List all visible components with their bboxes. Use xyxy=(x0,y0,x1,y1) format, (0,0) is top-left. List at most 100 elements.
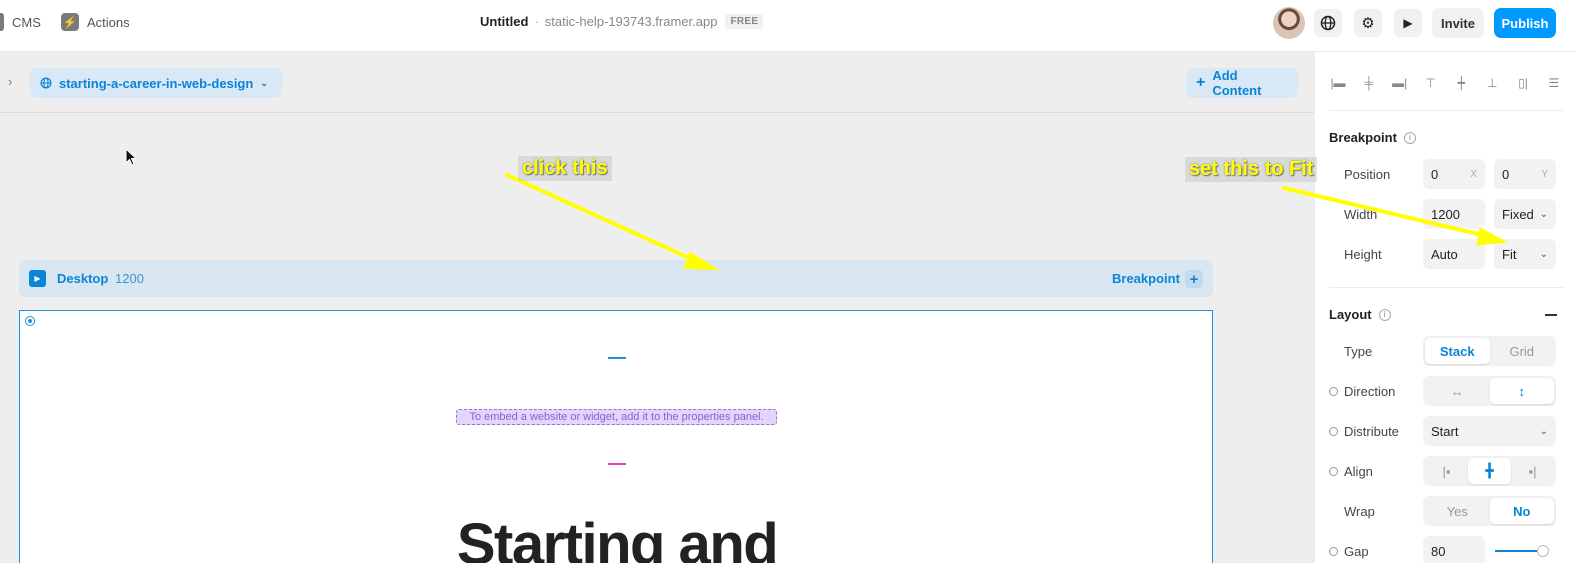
position-x-value: 0 xyxy=(1431,166,1439,182)
divider xyxy=(1329,287,1563,288)
alignment-toolbar: |▬ ╪ ▬| ⊤ ┿ ⊥ ▯| ☰ xyxy=(1329,74,1563,92)
direction-horizontal-icon[interactable]: ↔ xyxy=(1425,378,1490,404)
collapse-layout-button[interactable] xyxy=(1545,314,1557,316)
cms-button[interactable]: CMS xyxy=(0,12,41,32)
mouse-cursor-icon xyxy=(125,148,137,166)
width-value: 1200 xyxy=(1431,206,1460,222)
top-bar: CMS ⚡ Actions Untitled · static-help-193… xyxy=(0,0,1576,52)
breakpoint-name[interactable]: Desktop xyxy=(57,271,108,286)
layout-section-title: Layout i xyxy=(1329,307,1391,322)
page-headline[interactable]: Starting and xyxy=(20,511,1214,563)
align-right-icon[interactable]: ▬| xyxy=(1391,74,1409,92)
plus-icon: + xyxy=(1196,74,1206,91)
plan-badge: FREE xyxy=(725,14,764,29)
width-input[interactable]: 1200 xyxy=(1423,199,1485,229)
breakpoint-bar[interactable]: ▶ Desktop 1200 Breakpoint + xyxy=(19,260,1213,297)
type-option-stack[interactable]: Stack xyxy=(1425,338,1490,364)
embed-placeholder[interactable]: To embed a website or widget, add it to … xyxy=(456,409,777,425)
globe-button[interactable] xyxy=(1314,9,1342,37)
wrap-toggle[interactable]: Yes No xyxy=(1423,496,1556,526)
frame-origin-handle[interactable] xyxy=(25,316,35,326)
direction-label: Direction xyxy=(1344,384,1396,399)
play-icon[interactable]: ▶ xyxy=(29,270,46,287)
type-label: Type xyxy=(1344,344,1373,359)
align-center-icon[interactable]: ╋ xyxy=(1468,458,1511,484)
breakpoint-title: Breakpoint xyxy=(1329,130,1397,145)
spacer-indicator xyxy=(608,463,626,465)
height-mode-value: Fit xyxy=(1502,246,1517,262)
canvas[interactable]: › starting-a-career-in-web-design ⌄ + Ad… xyxy=(0,52,1314,563)
position-x-input[interactable]: 0 X xyxy=(1423,159,1485,189)
gap-slider-thumb[interactable] xyxy=(1537,545,1549,557)
wrap-option-yes[interactable]: Yes xyxy=(1425,498,1490,524)
align-start-icon[interactable]: |▪ xyxy=(1425,458,1468,484)
lightning-icon: ⚡ xyxy=(61,13,79,31)
align-top-icon[interactable]: ⊤ xyxy=(1422,74,1440,92)
position-y-value: 0 xyxy=(1502,166,1510,182)
height-mode-select[interactable]: Fit ⌄ xyxy=(1494,239,1556,269)
play-icon: ▶ xyxy=(1403,16,1413,30)
align-left-icon[interactable]: |▬ xyxy=(1329,74,1347,92)
globe-icon xyxy=(40,77,52,89)
info-icon[interactable]: i xyxy=(1403,131,1416,144)
chevron-right-icon[interactable]: › xyxy=(8,74,12,89)
document-title[interactable]: Untitled · static-help-193743.framer.app… xyxy=(480,14,764,29)
layout-type-toggle[interactable]: Stack Grid xyxy=(1423,336,1556,366)
align-center-h-icon[interactable]: ╪ xyxy=(1360,74,1378,92)
direction-dot-icon[interactable] xyxy=(1329,387,1338,396)
canvas-toolbar: › starting-a-career-in-web-design ⌄ + Ad… xyxy=(0,52,1314,113)
gap-value: 80 xyxy=(1431,543,1446,559)
settings-button[interactable]: ⚙ xyxy=(1354,9,1382,37)
invite-button[interactable]: Invite xyxy=(1432,8,1484,38)
preview-button[interactable]: ▶ xyxy=(1394,9,1422,37)
breakpoint-section-title: Breakpoint i xyxy=(1329,130,1416,145)
distribute-h-icon[interactable]: ▯| xyxy=(1514,74,1532,92)
align-end-icon[interactable]: ▪| xyxy=(1511,458,1554,484)
publish-button[interactable]: Publish xyxy=(1494,8,1556,38)
avatar[interactable] xyxy=(1273,7,1305,39)
distribute-dot-icon[interactable] xyxy=(1329,427,1338,436)
align-label: Align xyxy=(1344,464,1373,479)
cms-label: CMS xyxy=(12,14,41,30)
direction-toggle[interactable]: ↔ ↕ xyxy=(1423,376,1556,406)
actions-label: Actions xyxy=(87,14,130,30)
gap-input[interactable]: 80 xyxy=(1423,536,1485,563)
distribute-v-icon[interactable]: ☰ xyxy=(1545,74,1563,92)
doc-host: static-help-193743.framer.app xyxy=(544,14,718,29)
height-input[interactable]: Auto xyxy=(1423,239,1485,269)
position-y-input[interactable]: 0 Y xyxy=(1494,159,1556,189)
gap-dot-icon[interactable] xyxy=(1329,547,1338,556)
actions-button[interactable]: ⚡ Actions xyxy=(61,12,130,32)
title-separator: · xyxy=(534,14,539,29)
width-mode-select[interactable]: Fixed ⌄ xyxy=(1494,199,1556,229)
position-label: Position xyxy=(1344,167,1391,182)
gap-label: Gap xyxy=(1344,544,1369,559)
align-center-v-icon[interactable]: ┿ xyxy=(1452,74,1470,92)
distribute-select[interactable]: Start ⌄ xyxy=(1423,416,1556,446)
height-value: Auto xyxy=(1431,246,1458,262)
gear-icon: ⚙ xyxy=(1361,15,1375,32)
align-toggle[interactable]: |▪ ╋ ▪| xyxy=(1423,456,1556,486)
add-breakpoint-label[interactable]: Breakpoint xyxy=(1112,271,1180,286)
info-icon[interactable]: i xyxy=(1378,308,1391,321)
x-suffix: X xyxy=(1470,168,1477,180)
page-selector[interactable]: starting-a-career-in-web-design ⌄ xyxy=(30,68,282,98)
breakpoint-width: 1200 xyxy=(115,271,144,286)
align-dot-icon[interactable] xyxy=(1329,467,1338,476)
wrap-option-no[interactable]: No xyxy=(1489,498,1554,524)
chevron-down-icon: ⌄ xyxy=(1539,248,1548,260)
desktop-frame[interactable]: To embed a website or widget, add it to … xyxy=(19,310,1213,563)
type-option-grid[interactable]: Grid xyxy=(1490,338,1555,364)
chevron-down-icon: ⌄ xyxy=(1539,425,1548,437)
width-label: Width xyxy=(1344,207,1378,222)
width-mode-value: Fixed xyxy=(1502,206,1534,222)
annotation-click-this: click this xyxy=(518,156,612,181)
add-breakpoint-button[interactable]: + xyxy=(1185,270,1203,288)
direction-vertical-icon[interactable]: ↕ xyxy=(1489,378,1554,404)
page-name: starting-a-career-in-web-design xyxy=(59,75,254,91)
add-content-button[interactable]: + Add Content xyxy=(1186,68,1298,98)
chevron-down-icon: ⌄ xyxy=(1539,208,1548,220)
add-content-label: Add Content xyxy=(1212,68,1262,98)
align-bottom-icon[interactable]: ⊥ xyxy=(1483,74,1501,92)
distribute-label: Distribute xyxy=(1344,424,1399,439)
